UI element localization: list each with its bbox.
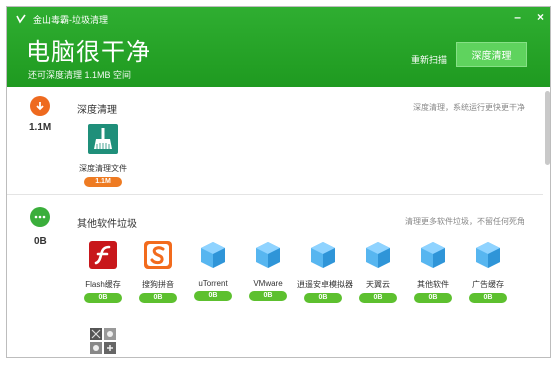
deep-clean-button[interactable]: 深度清理 [456, 42, 527, 67]
tile-size-badge: 0B [359, 293, 397, 303]
header-banner: 金山毒霸-垃圾清理 – × 电脑很干净 还可深度清理 1.1MB 空间 重新扫描… [7, 7, 550, 87]
cube-icon [421, 242, 445, 268]
tile-label: 搜狗拼音 [142, 280, 174, 289]
close-button[interactable]: × [537, 10, 544, 24]
deep-clean-size: 1.1M [29, 122, 52, 133]
broom-icon [88, 124, 118, 154]
other-software-title: 其他软件垃圾 [77, 219, 137, 230]
tile-size-badge: 0B [139, 293, 177, 303]
other-software-size: 0B [34, 236, 47, 247]
ellipsis-icon [30, 207, 50, 227]
window-controls: – × [514, 10, 544, 24]
window-title: 金山毒霸-垃圾清理 [33, 14, 108, 25]
app-window: 金山毒霸-垃圾清理 – × 电脑很干净 还可深度清理 1.1MB 空间 重新扫描… [6, 6, 551, 358]
other-software-section: 0B 其他软件垃圾 清理更多软件垃圾，不留任何死角 Flash缓存 0B 搜狗拼… [7, 195, 543, 357]
tile-label: VMware [253, 279, 283, 288]
rescan-link[interactable]: 重新扫描 [411, 53, 447, 66]
cube-icon [311, 242, 335, 268]
status-title: 电脑很干净 [26, 38, 151, 66]
deep-clean-file-tile[interactable]: 深度清理文件 1.1M [77, 124, 129, 187]
tile-size-badge: 0B [414, 293, 452, 303]
title-bar: 金山毒霸-垃圾清理 [15, 12, 108, 26]
sogou-pinyin-tile[interactable]: 搜狗拼音 0B [132, 240, 184, 303]
tile-label: 其他软件 [417, 280, 449, 289]
tile-size-badge: 0B [469, 293, 507, 303]
flash-cache-tile[interactable]: Flash缓存 0B [77, 240, 129, 303]
tile-label: Flash缓存 [85, 280, 121, 289]
tile-size-badge: 0B [304, 293, 342, 303]
minimize-button[interactable]: – [514, 10, 521, 24]
deep-clean-section: 1.1M 深度清理 深度清理，系统运行更快更干净 深度清理文件 1.1M [7, 87, 543, 195]
deep-clean-hint: 深度清理，系统运行更快更干净 [413, 103, 525, 112]
tile-size-badge: 0B [194, 291, 232, 301]
cube-icon [366, 242, 390, 268]
tile-label: 逍遥安卓模拟器 [297, 280, 353, 289]
vmware-tile[interactable]: VMware 0B [242, 240, 294, 301]
xiaoyao-emulator-tile[interactable]: 逍遥安卓模拟器 0B [297, 240, 353, 303]
sogou-icon [144, 241, 172, 269]
cube-icon [201, 242, 225, 268]
cube-icon [256, 242, 280, 268]
tile-label: 深度清理文件 [79, 164, 127, 173]
tile-label: uTorrent [198, 279, 228, 288]
cube-icon [476, 242, 500, 268]
tile-label: 天翼云 [366, 280, 390, 289]
tianyi-cloud-tile[interactable]: 天翼云 0B [352, 240, 404, 303]
ad-cache-tile[interactable]: 广告缓存 0B [462, 240, 514, 303]
tile-label: 广告缓存 [472, 280, 504, 289]
content-area[interactable]: 1.1M 深度清理 深度清理，系统运行更快更干净 深度清理文件 1.1M 0B … [7, 87, 550, 357]
app-logo-icon [16, 14, 26, 24]
other-software-hint: 清理更多软件垃圾，不留任何死角 [405, 217, 525, 226]
tile-size-badge: 0B [84, 293, 122, 303]
deep-clean-title: 深度清理 [77, 105, 117, 116]
scrollbar-thumb[interactable] [545, 91, 550, 165]
arrow-down-icon [30, 96, 50, 116]
flash-icon [89, 241, 117, 269]
other-software-tile[interactable]: 其他软件 0B [407, 240, 459, 303]
tile-size-badge: 1.1M [84, 177, 122, 187]
more-software-tile[interactable] [77, 326, 129, 357]
utorrent-tile[interactable]: uTorrent 0B [187, 240, 239, 301]
status-subtitle: 还可深度清理 1.1MB 空间 [28, 70, 132, 80]
grid-icon [90, 328, 116, 354]
tile-size-badge: 0B [249, 291, 287, 301]
